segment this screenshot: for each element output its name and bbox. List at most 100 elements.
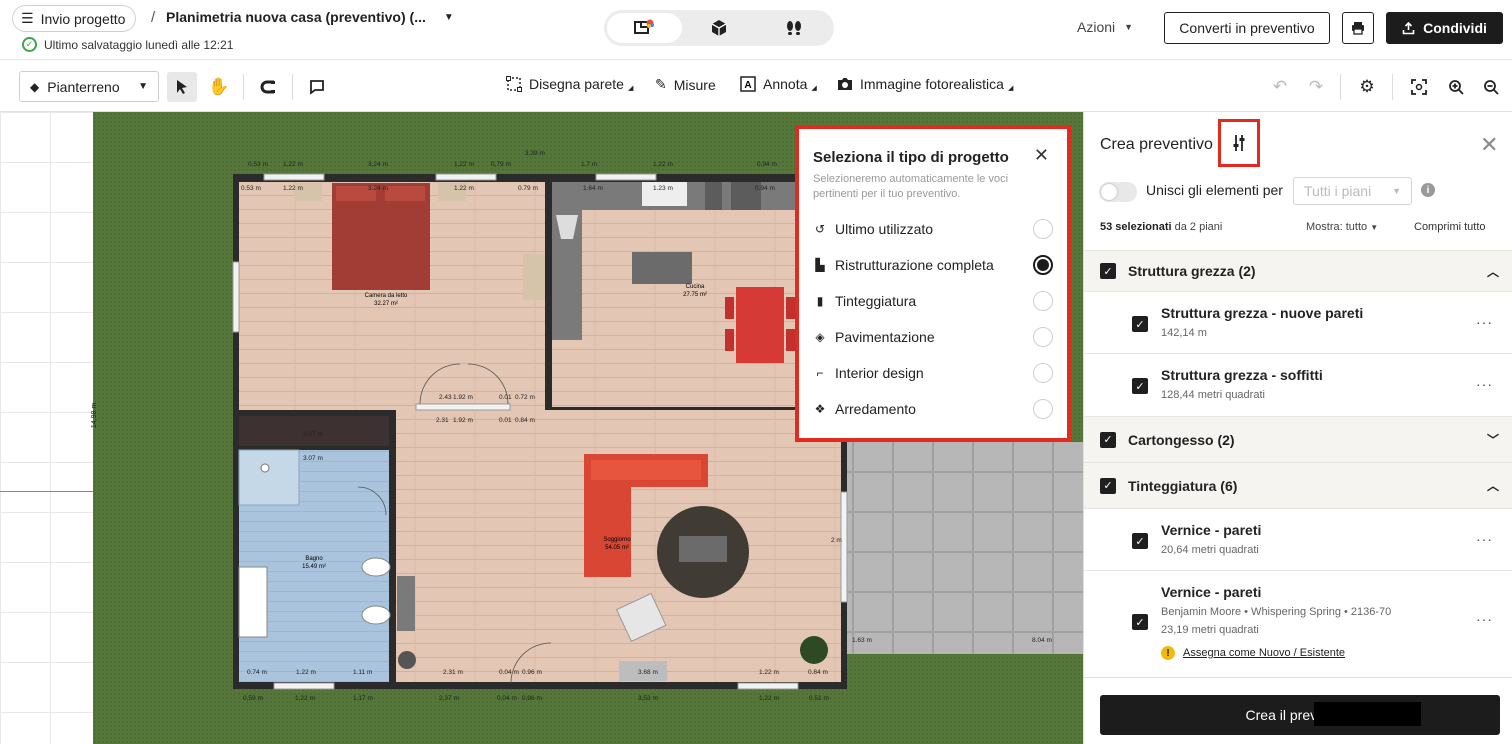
project-menu-label: Invio progetto bbox=[40, 10, 126, 27]
view-walkthrough-button[interactable] bbox=[756, 13, 831, 43]
checkbox[interactable]: ✓ bbox=[1132, 614, 1148, 630]
svg-text:1,22 m: 1,22 m bbox=[653, 161, 673, 168]
comment-tool-button[interactable] bbox=[302, 72, 332, 102]
draw-wall-tool[interactable]: Disegna parete ◢ bbox=[506, 76, 633, 92]
popup-title: Seleziona il tipo di progetto bbox=[813, 149, 1009, 166]
chevron-down-icon: ▼ bbox=[1124, 22, 1134, 32]
zoom-out-button[interactable] bbox=[1476, 72, 1506, 102]
show-filter[interactable]: Mostra: tutto ▼ bbox=[1306, 221, 1378, 233]
category-row[interactable]: ✓ Cartongesso (2) ﹀ bbox=[1084, 416, 1512, 462]
chevron-up-icon[interactable]: ︿ bbox=[1487, 477, 1499, 494]
checkbox[interactable]: ✓ bbox=[1100, 263, 1116, 279]
close-icon[interactable]: ✕ bbox=[1480, 132, 1498, 158]
close-icon[interactable]: ✕ bbox=[1034, 145, 1049, 166]
draw-wall-label: Disegna parete bbox=[529, 76, 624, 92]
print-button[interactable] bbox=[1342, 12, 1374, 44]
quote-item[interactable]: ✓ Vernice - pareti Benjamin Moore • Whis… bbox=[1084, 570, 1512, 678]
radio-button[interactable] bbox=[1033, 255, 1053, 275]
photo-tool[interactable]: Immagine fotorealistica ◢ bbox=[837, 76, 1013, 92]
quote-item[interactable]: ✓ Struttura grezza - nuove pareti 142,14… bbox=[1084, 291, 1512, 353]
zoom-in-button[interactable] bbox=[1441, 72, 1471, 102]
item-quantity: 20,64 metri quadrati bbox=[1161, 544, 1259, 556]
project-menu-button[interactable]: ☰ Invio progetto bbox=[12, 5, 137, 32]
category-row[interactable]: ✓ Tinteggiatura (6) ︿ bbox=[1084, 462, 1512, 508]
filter-settings-button[interactable] bbox=[1218, 119, 1260, 167]
collapse-all-link[interactable]: Comprimi tutto bbox=[1414, 221, 1486, 233]
svg-text:1.63 m: 1.63 m bbox=[852, 637, 872, 644]
checkbox[interactable]: ✓ bbox=[1100, 477, 1116, 494]
quote-item[interactable]: ✓ Struttura grezza - soffitti 128,44 met… bbox=[1084, 353, 1512, 415]
info-icon[interactable]: i bbox=[1421, 183, 1435, 197]
share-button[interactable]: Condividi bbox=[1386, 12, 1503, 44]
printer-icon bbox=[1352, 22, 1364, 35]
svg-text:1,17 m: 1,17 m bbox=[353, 695, 373, 702]
chevron-down-icon[interactable]: ﹀ bbox=[1487, 431, 1499, 448]
axis-line bbox=[0, 491, 93, 492]
quote-item[interactable]: ✓ Vernice - pareti 20,64 metri quadrati … bbox=[1084, 508, 1512, 570]
double-sink bbox=[238, 566, 268, 638]
more-options-icon[interactable]: ··· bbox=[1476, 531, 1493, 547]
category-row[interactable]: ✓ Struttura grezza (2) ︿ bbox=[1084, 250, 1512, 291]
checkbox[interactable]: ✓ bbox=[1100, 431, 1116, 448]
svg-text:0.01: 0.01 bbox=[499, 394, 512, 401]
merge-toggle[interactable] bbox=[1099, 182, 1137, 202]
checkbox[interactable]: ✓ bbox=[1132, 533, 1148, 549]
checkbox[interactable]: ✓ bbox=[1132, 316, 1148, 332]
convert-to-quote-button[interactable]: Converti in preventivo bbox=[1164, 12, 1330, 44]
pan-tool-button[interactable]: ✋ bbox=[204, 72, 234, 102]
radio-button[interactable] bbox=[1033, 291, 1053, 311]
merge-select-value: Tutti i piani bbox=[1304, 183, 1372, 199]
project-type-option[interactable]: ❖ Arredamento bbox=[813, 398, 1053, 420]
magnet-tool-button[interactable] bbox=[253, 72, 283, 102]
shelf bbox=[397, 576, 415, 631]
annotate-tool[interactable]: A Annota ◢ bbox=[740, 76, 817, 92]
svg-text:3,24 m: 3,24 m bbox=[368, 161, 388, 168]
svg-text:0.53 m: 0.53 m bbox=[241, 185, 261, 192]
floorplan-canvas[interactable]: Camera da letto 32.27 m² Cucina 27.75 m²… bbox=[0, 112, 1083, 744]
project-type-option[interactable]: ⌐ Interior design bbox=[813, 362, 1053, 384]
radio-button[interactable] bbox=[1033, 219, 1053, 239]
zoom-out-icon bbox=[1484, 80, 1499, 95]
more-options-icon[interactable]: ··· bbox=[1476, 314, 1493, 330]
project-type-option[interactable]: ▙ Ristrutturazione completa bbox=[813, 254, 1053, 276]
redo-button[interactable]: ↷ bbox=[1301, 72, 1331, 102]
save-status: ✓ Ultimo salvataggio lunedì alle 12:21 bbox=[22, 37, 233, 52]
project-type-option[interactable]: ▮ Tinteggiatura bbox=[813, 290, 1053, 312]
assign-status-link[interactable]: ! Assegna come Nuovo / Esistente bbox=[1161, 646, 1345, 660]
actions-menu[interactable]: Azioni ▼ bbox=[1077, 19, 1133, 35]
focus-icon bbox=[1411, 79, 1427, 95]
svg-text:A: A bbox=[744, 80, 751, 91]
radio-button[interactable] bbox=[1033, 363, 1053, 383]
fit-view-button[interactable] bbox=[1404, 72, 1434, 102]
measure-tool[interactable]: ✎ Misure bbox=[655, 76, 716, 93]
radio-button[interactable] bbox=[1033, 327, 1053, 347]
more-options-icon[interactable]: ··· bbox=[1476, 376, 1493, 392]
category-label: Cartongesso (2) bbox=[1128, 431, 1235, 448]
radio-button[interactable] bbox=[1033, 399, 1053, 419]
chevron-up-icon[interactable]: ︿ bbox=[1487, 263, 1499, 280]
show-filter-label: Mostra: tutto bbox=[1306, 221, 1368, 233]
toolbar: ◆ Pianterreno ▼ ✋ Disegna parete ◢ ✎ Mis… bbox=[0, 60, 1512, 112]
svg-text:0,94 m: 0,94 m bbox=[757, 161, 777, 168]
annotate-icon: A bbox=[740, 76, 756, 92]
more-options-icon[interactable]: ··· bbox=[1476, 611, 1493, 627]
merge-select[interactable]: Tutti i piani ▼ bbox=[1293, 177, 1412, 205]
share-label: Condividi bbox=[1423, 20, 1487, 36]
undo-button[interactable]: ↶ bbox=[1265, 72, 1295, 102]
building-icon: ▙ bbox=[815, 258, 825, 272]
svg-text:0.84 m: 0.84 m bbox=[808, 669, 828, 676]
view-2d-button[interactable] bbox=[607, 13, 682, 43]
svg-text:2.31 m: 2.31 m bbox=[443, 669, 463, 676]
checkbox[interactable]: ✓ bbox=[1132, 378, 1148, 394]
project-title[interactable]: Planimetria nuova casa (preventivo) (...… bbox=[166, 9, 454, 25]
gear-icon: ⚙ bbox=[1359, 77, 1375, 96]
popup-description: Selezioneremo automaticamente le voci pe… bbox=[813, 173, 1009, 200]
view-3d-button[interactable] bbox=[682, 13, 757, 43]
select-tool-button[interactable] bbox=[167, 72, 197, 102]
settings-button[interactable]: ⚙ bbox=[1352, 72, 1382, 102]
redo-icon: ↷ bbox=[1308, 77, 1324, 96]
project-type-option[interactable]: ◈ Pavimentazione bbox=[813, 326, 1053, 348]
floor-select[interactable]: ◆ Pianterreno ▼ bbox=[19, 71, 159, 102]
project-type-option[interactable]: ↺ Ultimo utilizzato bbox=[813, 218, 1053, 240]
create-quote-button[interactable]: Crea il preventivo bbox=[1100, 695, 1500, 735]
